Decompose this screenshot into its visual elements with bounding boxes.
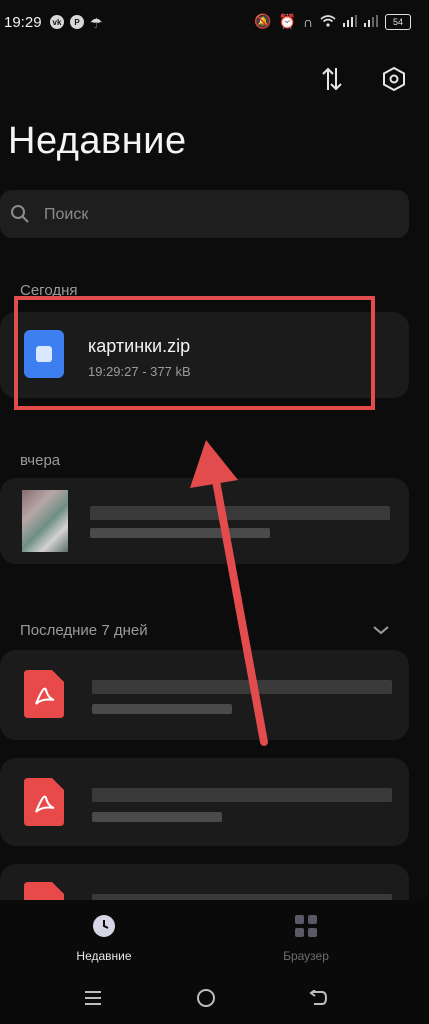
annotation-arrow [190, 440, 268, 746]
back-icon[interactable] [308, 989, 328, 1011]
menu-icon[interactable] [84, 990, 102, 1011]
clock-icon [93, 915, 115, 937]
nav-browser[interactable]: Браузер [256, 914, 356, 963]
home-icon[interactable] [196, 988, 216, 1013]
grid-icon [295, 915, 317, 937]
nav-browser-label: Браузер [283, 949, 329, 963]
nav-recent-label: Недавние [76, 949, 132, 963]
nav-recent[interactable]: Недавние [54, 914, 154, 963]
